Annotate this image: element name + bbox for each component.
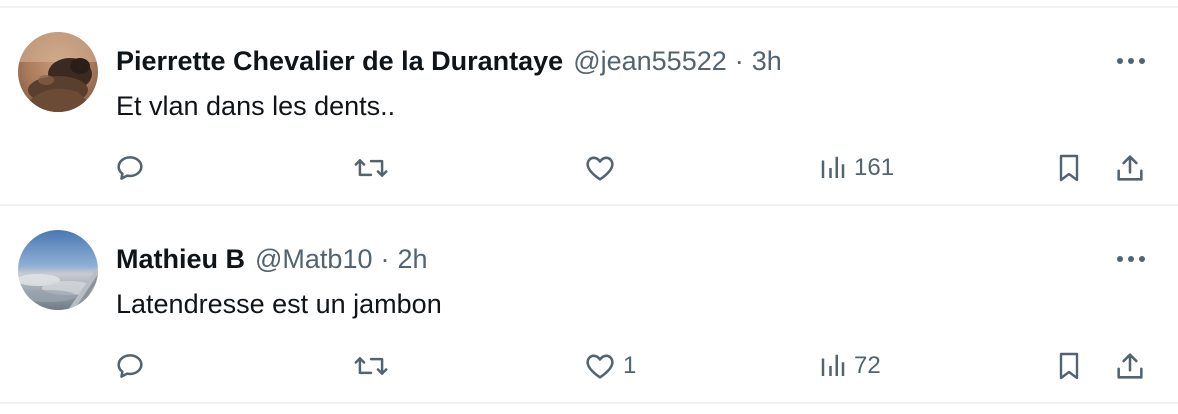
more-button[interactable] [1114,46,1148,76]
avatar[interactable] [18,32,98,112]
more-button[interactable] [1114,244,1148,274]
tweet-header: Pierrette Chevalier de la Durantaye @jea… [116,44,782,78]
tweet-text: Latendresse est un jambon [116,289,442,319]
tweet[interactable]: Mathieu B @Matb10 · 2h Latendresse est u… [0,206,1178,402]
tweet-header: Mathieu B @Matb10 · 2h [116,242,428,276]
share-button[interactable] [1113,346,1147,386]
heart-icon [586,354,614,379]
sky-wing-photo-avatar [18,230,98,310]
more-dots-icon [1117,256,1145,262]
retweet-button[interactable] [353,148,395,188]
retweet-icon [354,159,388,177]
bookmark-icon [1059,154,1079,182]
cat-photo-avatar [18,32,98,112]
share-icon [1117,155,1143,181]
like-button[interactable]: 1 [583,346,636,386]
views-count: 161 [854,154,895,181]
like-count: 1 [623,352,637,379]
views-button[interactable]: 161 [818,148,894,188]
like-button[interactable] [583,148,623,188]
bookmark-button[interactable] [1053,148,1085,188]
separator-dot: · [380,244,390,274]
heart-icon [586,156,614,181]
bookmark-icon [1059,352,1079,380]
avatar[interactable] [18,230,98,310]
action-bar: 161 [0,148,1178,188]
tweet-text: Et vlan dans les dents.. [116,91,396,121]
views-chart-icon [821,156,845,178]
reply-icon [117,156,143,180]
reply-icon [117,354,143,378]
author-handle[interactable]: @Matb10 [255,242,372,276]
tweet-feed: Pierrette Chevalier de la Durantaye @jea… [0,0,1178,414]
more-dots-icon [1117,58,1145,64]
reply-button[interactable] [113,346,153,386]
reply-button[interactable] [113,148,153,188]
author-handle[interactable]: @jean55522 [573,44,727,78]
retweet-icon [354,357,388,375]
author-name[interactable]: Pierrette Chevalier de la Durantaye [116,44,563,78]
share-button[interactable] [1113,148,1147,188]
action-bar: 1 72 [0,346,1178,386]
views-count: 72 [854,352,881,379]
bookmark-button[interactable] [1053,346,1085,386]
views-button[interactable]: 72 [818,346,881,386]
timestamp[interactable]: 3h [752,44,782,78]
separator-dot: · [734,46,744,76]
author-name[interactable]: Mathieu B [116,242,245,276]
tweet[interactable]: Pierrette Chevalier de la Durantaye @jea… [0,8,1178,204]
share-icon [1117,353,1143,379]
timestamp[interactable]: 2h [397,242,427,276]
retweet-button[interactable] [353,346,395,386]
views-chart-icon [821,354,845,376]
divider [0,402,1178,404]
